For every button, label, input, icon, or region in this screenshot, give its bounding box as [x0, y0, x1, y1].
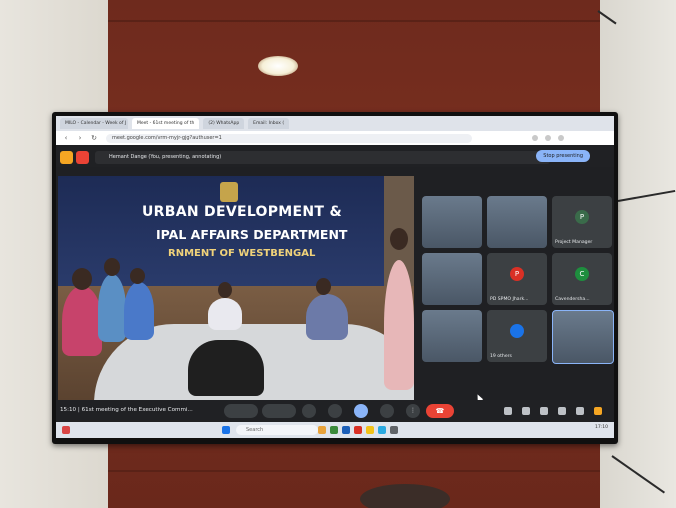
- camera-button[interactable]: [262, 404, 296, 418]
- forward-icon[interactable]: ›: [76, 134, 84, 142]
- browser-tab[interactable]: MILO - Calendar - Week of J: [60, 118, 128, 129]
- taskbar-app-icon[interactable]: [378, 426, 386, 434]
- address-bar-row: ‹ › ↻ meet.google.com/vrm-myjr-gjg?authu…: [56, 131, 614, 145]
- table-center: [188, 340, 264, 396]
- participant-grid: P Project Manager P PD SPMO Jhark... C C…: [422, 196, 614, 376]
- banner-line-2: IPAL AFFAIRS DEPARTMENT: [156, 227, 348, 242]
- participant-name: Cavendersha...: [555, 297, 590, 302]
- weather-icon[interactable]: [62, 426, 70, 434]
- taskbar-app-icon[interactable]: [390, 426, 398, 434]
- person-head: [130, 268, 145, 284]
- panel-seam: [108, 470, 600, 472]
- participant-tile[interactable]: [422, 196, 482, 248]
- banner-line-1: URBAN DEVELOPMENT &: [142, 204, 342, 220]
- person: [124, 282, 154, 340]
- lock-icon[interactable]: [576, 407, 584, 415]
- television: MILO - Calendar - Week of J Meet - 61st …: [52, 112, 618, 444]
- url-field[interactable]: meet.google.com/vrm-myjr-gjg?authuser=1: [106, 133, 472, 143]
- banner-line-3: RNMENT OF WESTBENGAL: [168, 248, 316, 259]
- chat-icon[interactable]: [540, 407, 548, 415]
- taskbar-app-icon[interactable]: [318, 426, 326, 434]
- person: [208, 298, 242, 330]
- captions-icon[interactable]: [302, 404, 316, 418]
- participant-tile[interactable]: [552, 310, 614, 364]
- browser-tab-active[interactable]: Meet - 61st meeting of th: [132, 118, 200, 129]
- avatar: P: [575, 210, 589, 224]
- participant-name: 19 others: [490, 354, 512, 359]
- more-options-icon[interactable]: ⋮: [406, 404, 420, 418]
- activities-icon[interactable]: [558, 407, 566, 415]
- presented-video: URBAN DEVELOPMENT & IPAL AFFAIRS DEPARTM…: [58, 176, 414, 400]
- avatar: [510, 324, 524, 338]
- participant-tile[interactable]: P Project Manager: [552, 196, 612, 248]
- avatar: P: [510, 267, 524, 281]
- chair-shadow: [360, 484, 450, 508]
- meeting-time: 15:10 | 61st meeting of the Executive Co…: [60, 407, 193, 413]
- taskbar-app-icon[interactable]: [330, 426, 338, 434]
- person: [98, 274, 126, 342]
- participant-tile[interactable]: [487, 196, 547, 248]
- emoji-icon[interactable]: [328, 404, 342, 418]
- stop-presenting-button[interactable]: Stop presenting: [536, 150, 590, 162]
- taskbar-app-icon[interactable]: [354, 426, 362, 434]
- participant-tile[interactable]: [422, 253, 482, 305]
- browser-tab[interactable]: Email: Inbox (: [248, 118, 290, 129]
- raise-hand-icon[interactable]: [380, 404, 394, 418]
- person: [384, 260, 414, 390]
- person-head: [218, 282, 232, 298]
- person-head: [316, 278, 331, 295]
- start-icon[interactable]: [222, 426, 230, 434]
- windows-taskbar: Search 17:10: [56, 422, 614, 438]
- profile-icon[interactable]: [558, 135, 564, 141]
- participant-tile[interactable]: P PD SPMO Jhark...: [487, 253, 547, 305]
- bookmark-icon[interactable]: [532, 135, 538, 141]
- annotate-icon[interactable]: [60, 150, 73, 164]
- taskbar-clock: 17:10: [595, 425, 608, 430]
- taskbar-app-icon[interactable]: [342, 426, 350, 434]
- tv-screen: MILO - Calendar - Week of J Meet - 61st …: [56, 116, 614, 438]
- emblem-logo: [220, 182, 238, 202]
- participant-tile[interactable]: 19 others: [487, 310, 547, 362]
- participant-tile[interactable]: C Cavendersha...: [552, 253, 612, 305]
- avatar: C: [575, 267, 589, 281]
- present-icon[interactable]: [354, 404, 368, 418]
- reload-icon[interactable]: ↻: [90, 134, 98, 142]
- participant-name: PD SPMO Jhark...: [490, 297, 529, 302]
- record-icon[interactable]: [76, 150, 89, 164]
- person-head: [72, 268, 92, 290]
- presenting-text: Hemant Dange (You, presenting, annotatin…: [109, 154, 222, 160]
- microphone-button[interactable]: [224, 404, 258, 418]
- browser-tab-bar: MILO - Calendar - Week of J Meet - 61st …: [56, 116, 614, 131]
- people-icon[interactable]: [522, 407, 530, 415]
- taskbar-app-icon[interactable]: [366, 426, 374, 434]
- extensions-icon[interactable]: [545, 135, 551, 141]
- person: [306, 294, 348, 340]
- participant-name: Project Manager: [555, 240, 593, 245]
- person-head: [104, 258, 120, 276]
- participant-tile[interactable]: [422, 310, 482, 362]
- back-icon[interactable]: ‹: [62, 134, 70, 142]
- taskbar-search[interactable]: Search: [236, 425, 318, 435]
- meet-control-bar: 15:10 | 61st meeting of the Executive Co…: [56, 400, 614, 422]
- end-call-button[interactable]: ☎: [426, 404, 454, 418]
- presenting-status: Hemant Dange (You, presenting, annotatin…: [95, 150, 550, 164]
- presenting-bar: Hemant Dange (You, presenting, annotatin…: [56, 147, 614, 167]
- person: [62, 286, 102, 356]
- ceiling-light: [258, 56, 298, 76]
- person-head: [390, 228, 408, 250]
- panel-seam: [108, 20, 600, 22]
- hand-icon[interactable]: [594, 407, 602, 415]
- info-icon[interactable]: [504, 407, 512, 415]
- browser-tab[interactable]: (2) WhatsApp: [203, 118, 245, 129]
- photo-scene: MILO - Calendar - Week of J Meet - 61st …: [0, 0, 676, 508]
